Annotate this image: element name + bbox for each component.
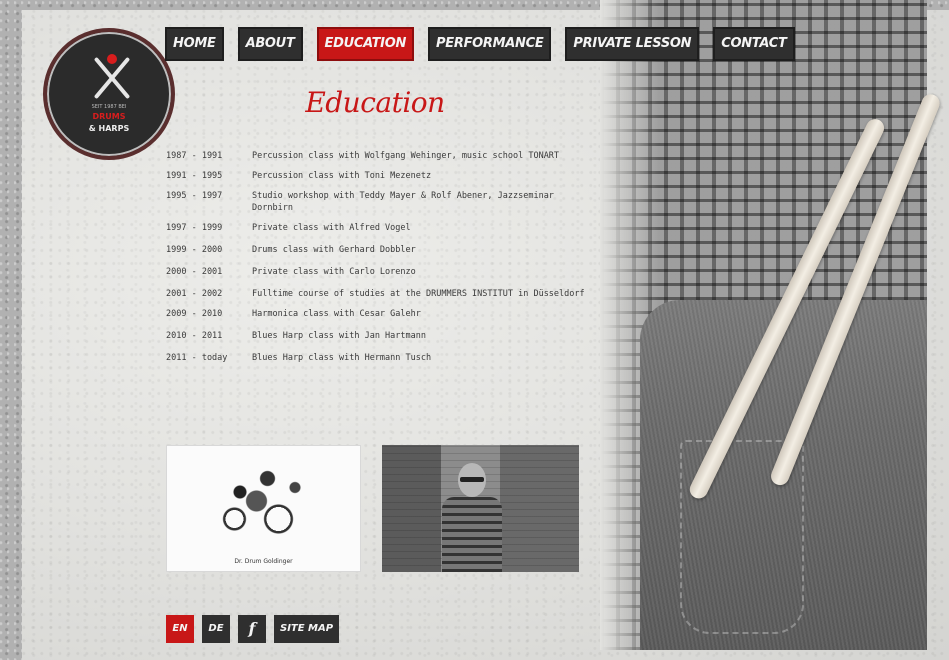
edu-text: Percussion class with Toni Mezenetz (252, 171, 432, 181)
nav-performance[interactable]: PERFORMANCE (428, 27, 552, 61)
lang-en-button[interactable]: EN (166, 615, 194, 643)
list-item: 2000 - 2001 Private class with Carlo Lor… (166, 266, 586, 278)
portrait-person (442, 463, 502, 572)
edu-text: Harmonica class with Cesar Galehr (252, 309, 421, 319)
list-item: 1991 - 1995 Percussion class with Toni M… (166, 170, 586, 182)
red-dot-icon (107, 54, 117, 64)
edu-years: 1991 - 1995 (166, 171, 223, 181)
nav-about[interactable]: ABOUT (237, 27, 303, 61)
list-item: 2001 - 2002 Fulltime course of studies a… (166, 288, 586, 300)
edu-years: 2011 - today (166, 353, 228, 363)
edu-text: Blues Harp class with Hermann Tusch (252, 353, 432, 363)
portrait-body (442, 497, 502, 572)
edu-years: 1999 - 2000 (166, 245, 223, 255)
education-list: 1987 - 1991 Percussion class with Wolfga… (166, 150, 586, 364)
facebook-icon[interactable]: f (238, 615, 266, 643)
edu-years: 1997 - 1999 (166, 223, 223, 233)
edu-years: 1995 - 1997 (166, 191, 223, 201)
list-item: 1997 - 1999 Private class with Alfred Vo… (166, 222, 586, 234)
edu-years: 2009 - 2010 (166, 309, 223, 319)
edu-text: Studio workshop with Teddy Mayer & Rolf … (252, 191, 554, 213)
portrait-photo[interactable] (382, 445, 579, 572)
sitemap-button[interactable]: SITE MAP (274, 615, 340, 643)
edu-text: Private class with Alfred Vogel (252, 223, 411, 233)
edu-years: 2001 - 2002 (166, 289, 223, 299)
glasses-icon (460, 477, 484, 482)
edu-years: 2010 - 2011 (166, 331, 223, 341)
nav-private-lesson[interactable]: PRIVATE LESSON (565, 27, 700, 61)
edu-text: Blues Harp class with Jan Hartmann (252, 331, 426, 341)
sketch-caption: Dr. Drum Goldinger (234, 558, 293, 565)
list-item: 1995 - 1997 Studio workshop with Teddy M… (166, 190, 586, 214)
list-item: 1987 - 1991 Percussion class with Wolfga… (166, 150, 586, 162)
drum-kit-sketch (207, 456, 317, 546)
lang-de-button[interactable]: DE (202, 615, 230, 643)
logo-line-3: & HARPS (88, 124, 130, 133)
page-title: Education (305, 86, 445, 119)
edu-text: Private class with Carlo Lorenzo (252, 267, 416, 277)
edu-text: Drums class with Gerhard Dobbler (252, 245, 416, 255)
edu-text: Percussion class with Wolfgang Wehinger,… (252, 151, 560, 161)
main-navigation: HOME ABOUT EDUCATION PERFORMANCE PRIVATE… (165, 27, 795, 61)
site-logo[interactable]: SEIT 1987 BEI DRUMS & HARPS (43, 28, 175, 160)
edu-years: 1987 - 1991 (166, 151, 223, 161)
drummer-sketch-image[interactable]: Dr. Drum Goldinger (166, 445, 361, 572)
list-item: 2009 - 2010 Harmonica class with Cesar G… (166, 308, 586, 320)
edu-years: 2000 - 2001 (166, 267, 223, 277)
logo-line-2: DRUMS (92, 112, 126, 121)
list-item: 2011 - today Blues Harp class with Herma… (166, 352, 586, 364)
nav-contact[interactable]: CONTACT (713, 27, 795, 61)
list-item: 1999 - 2000 Drums class with Gerhard Dob… (166, 244, 586, 256)
nav-home[interactable]: HOME (165, 27, 224, 61)
nav-education[interactable]: EDUCATION (316, 27, 415, 61)
edu-text: Fulltime course of studies at the DRUMME… (252, 289, 585, 299)
logo-line-1: SEIT 1987 BEI (91, 104, 127, 110)
footer-bar: EN DE f SITE MAP (166, 615, 340, 643)
list-item: 2010 - 2011 Blues Harp class with Jan Ha… (166, 330, 586, 342)
